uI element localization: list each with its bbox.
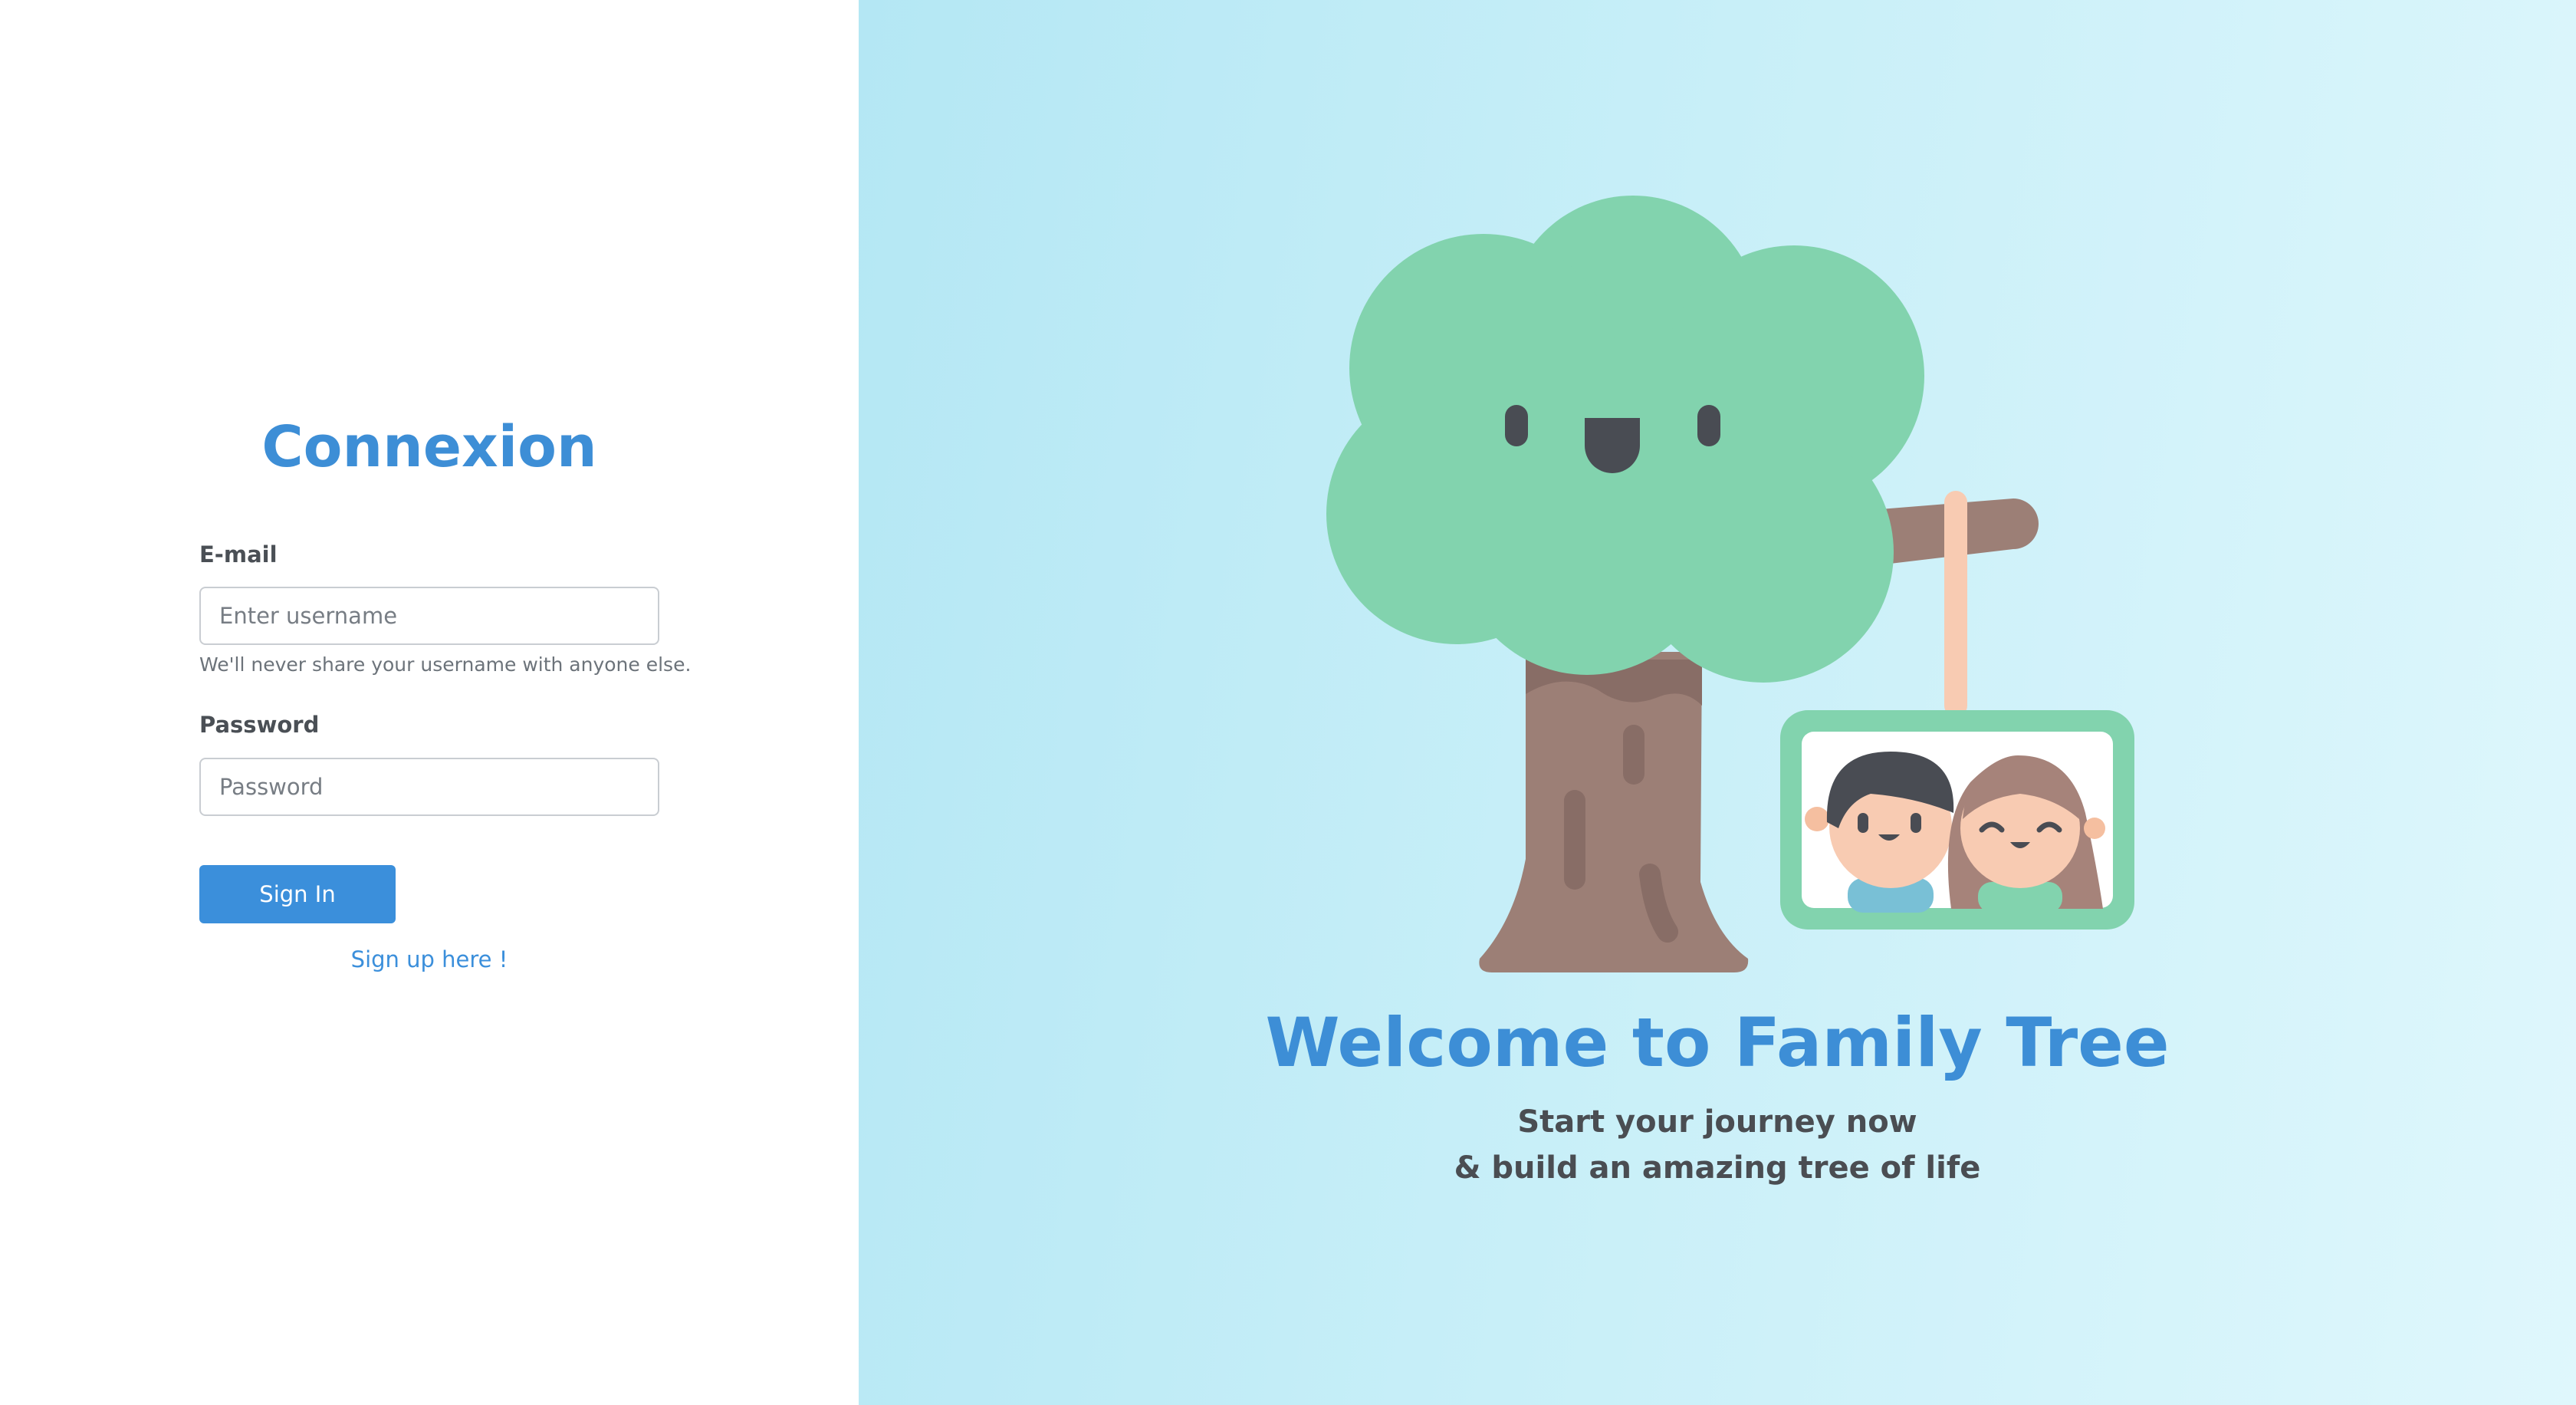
email-label: E-mail [199, 541, 278, 568]
family-photo-frame [1780, 710, 2134, 930]
sign-up-link[interactable]: Sign up here ! [199, 946, 659, 972]
family-tree-illustration [1326, 196, 2134, 972]
email-input[interactable] [199, 587, 659, 645]
password-label: Password [199, 712, 320, 738]
sign-in-button[interactable]: Sign In [199, 865, 396, 923]
login-panel: Connexion E-mail We'll never share your … [0, 0, 859, 1405]
frame-cord [1944, 491, 1967, 717]
welcome-heading: Welcome to Family Tree [1265, 1003, 2170, 1082]
email-hint: We'll never share your username with any… [199, 653, 692, 676]
tagline-line-2: & build an amazing tree of life [1454, 1150, 1981, 1186]
tagline-line-1: Start your journey now [1517, 1104, 1917, 1140]
login-title: Connexion [261, 414, 597, 480]
password-input[interactable] [199, 758, 659, 816]
tree-trunk [1479, 652, 1749, 972]
